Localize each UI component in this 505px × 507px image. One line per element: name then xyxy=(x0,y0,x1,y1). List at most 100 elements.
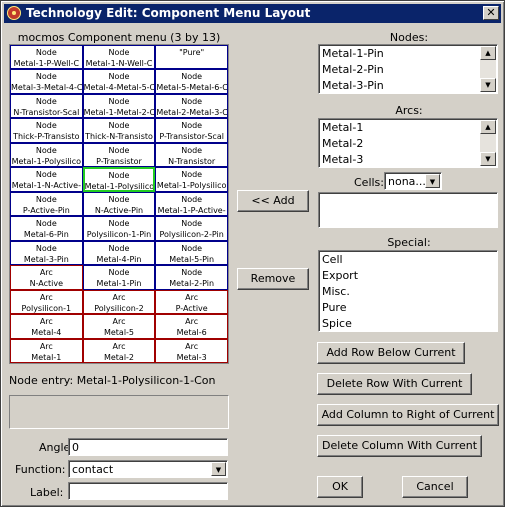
node-cell[interactable]: Node Metal-5-Metal-6-C xyxy=(155,69,228,94)
arc-cell[interactable]: Arc Metal-3 xyxy=(155,338,228,363)
arc-cell[interactable]: Arc P-Active xyxy=(155,289,228,315)
grid-title: mocmos Component menu (3 by 13) xyxy=(17,31,221,44)
node-cell[interactable]: Node Metal-3-Metal-4-C xyxy=(10,69,83,94)
label-input[interactable] xyxy=(68,482,228,500)
arc-cell[interactable]: Arc Polysilicon-2 xyxy=(82,289,156,315)
arc-cell[interactable]: Arc Metal-1 xyxy=(10,338,83,363)
node-cell[interactable]: Node N-Active-Pin xyxy=(82,191,156,217)
list-item[interactable]: Metal-3 xyxy=(322,152,363,168)
node-cell[interactable]: Node Metal-3-Pin xyxy=(10,240,83,266)
node-cell[interactable]: Node Metal-1-P-Active- xyxy=(155,191,228,217)
function-select[interactable]: contact ▼ xyxy=(68,460,228,478)
node-cell[interactable]: Node Metal-4-Pin xyxy=(82,240,156,266)
cell-name: Metal-3 xyxy=(176,352,207,362)
scroll-down-icon[interactable]: ▼ xyxy=(480,152,496,166)
node-cell[interactable]: Node N-Transistor-Scal xyxy=(10,93,83,119)
node-cell[interactable]: Node Metal-2-Pin xyxy=(155,265,228,290)
list-item[interactable]: Metal-1-Pin xyxy=(322,46,384,62)
node-cell[interactable]: Node P-Transistor-Scal xyxy=(155,118,228,143)
cell-name: Metal-5-Pin xyxy=(169,254,215,264)
cell-kind: Arc xyxy=(112,317,126,327)
cell-name: Metal-4-Metal-5-C xyxy=(83,83,156,93)
cell-kind: Arc xyxy=(185,341,199,351)
node-cell[interactable]: Node Polysilicon-2-Pin xyxy=(155,216,228,241)
angle-input[interactable]: 0 xyxy=(68,438,228,456)
arc-cell[interactable]: Arc Metal-4 xyxy=(10,314,83,339)
node-cell[interactable]: Node Metal-1-Polysilico xyxy=(82,167,156,192)
cell-kind: Arc xyxy=(39,292,53,302)
nodes-scrollbar[interactable]: ▲ ▼ xyxy=(480,46,496,92)
cell-name: Metal-5 xyxy=(103,328,135,338)
node-cell[interactable]: Node Thick-N-Transisto xyxy=(82,118,156,143)
ok-button[interactable]: OK xyxy=(317,476,363,498)
chevron-down-icon[interactable]: ▼ xyxy=(211,462,226,476)
list-item[interactable]: Metal-2 xyxy=(322,136,363,152)
cell-name: Metal-3-Metal-4-C xyxy=(11,83,83,93)
cell-kind: Node xyxy=(181,194,203,204)
cell-kind: Node xyxy=(108,72,130,82)
arc-cell[interactable]: Arc Metal-2 xyxy=(82,338,156,363)
cell-kind: Node xyxy=(35,243,57,253)
scroll-up-icon[interactable]: ▲ xyxy=(480,120,496,134)
chevron-down-icon[interactable]: ▼ xyxy=(425,174,440,188)
arc-cell[interactable]: Arc Polysilicon-1 xyxy=(10,289,83,315)
list-item[interactable]: Cell xyxy=(322,252,343,268)
cell-name: Polysilicon-1 xyxy=(21,303,72,313)
scroll-down-icon[interactable]: ▼ xyxy=(480,78,496,92)
app-icon xyxy=(7,6,21,20)
arcs-list[interactable]: Metal-1 Metal-2 Metal-3 ▲ ▼ xyxy=(318,118,498,168)
node-cell[interactable]: "Pure" xyxy=(155,45,228,70)
node-cell[interactable]: Node N-Transistor xyxy=(155,142,228,168)
node-cell[interactable]: Node Metal-5-Pin xyxy=(155,240,228,266)
cell-name: Polysilicon-2 xyxy=(94,303,144,313)
node-cell[interactable]: Node Metal-2-Metal-3-C xyxy=(155,93,228,119)
node-cell[interactable]: Node Metal-1-P-Well-C xyxy=(10,45,83,70)
node-cell[interactable]: Node Metal-1-Polysilico xyxy=(10,142,83,168)
list-item[interactable]: Misc. xyxy=(322,284,350,300)
node-cell[interactable]: Node P-Transistor xyxy=(82,142,156,168)
cells-select[interactable]: nona... ▼ xyxy=(384,172,442,190)
node-cell[interactable]: Node Thick-P-Transisto xyxy=(10,118,83,143)
add-row-button[interactable]: Add Row Below Current xyxy=(317,342,465,364)
cell-name: Metal-2-Pin xyxy=(169,279,215,289)
cell-name: Thick-P-Transisto xyxy=(13,132,80,142)
nodes-list[interactable]: Metal-1-Pin Metal-2-Pin Metal-3-Pin ▲ ▼ xyxy=(318,44,498,94)
scroll-up-icon[interactable]: ▲ xyxy=(480,46,496,60)
list-item[interactable]: Metal-2-Pin xyxy=(322,62,384,78)
list-item[interactable]: Export xyxy=(322,268,358,284)
cell-name: Metal-3-Pin xyxy=(23,254,69,264)
node-cell[interactable]: Node P-Active-Pin xyxy=(10,191,83,217)
cells-list[interactable] xyxy=(318,192,498,228)
function-value: contact xyxy=(72,463,114,476)
special-list[interactable]: Cell Export Misc. Pure Spice xyxy=(318,250,498,332)
close-button[interactable]: ✕ xyxy=(483,6,499,20)
node-cell[interactable]: Node Polysilicon-1-Pin xyxy=(82,216,156,241)
add-column-button[interactable]: Add Column to Right of Current xyxy=(317,404,499,426)
arc-cell[interactable]: Arc Metal-5 xyxy=(82,314,156,339)
arc-cell[interactable]: Arc N-Active xyxy=(10,265,83,290)
node-cell[interactable]: Node Metal-6-Pin xyxy=(10,216,83,241)
arc-cell[interactable]: Arc Metal-6 xyxy=(155,314,228,339)
node-cell[interactable]: Node Metal-1-Polysilico xyxy=(155,167,228,192)
delete-column-button[interactable]: Delete Column With Current xyxy=(317,435,482,457)
list-item[interactable]: Spice xyxy=(322,316,352,332)
cancel-button[interactable]: Cancel xyxy=(402,476,468,498)
add-button[interactable]: << Add xyxy=(237,190,309,212)
arcs-scrollbar[interactable]: ▲ ▼ xyxy=(480,120,496,166)
node-cell[interactable]: Node Metal-1-Metal-2-C xyxy=(82,93,156,119)
list-item[interactable]: Metal-1 xyxy=(322,120,363,136)
delete-row-button[interactable]: Delete Row With Current xyxy=(317,373,472,395)
cell-kind: Arc xyxy=(39,317,53,327)
cell-kind: Node xyxy=(108,268,130,278)
cell-name: Metal-1-Metal-2-C xyxy=(83,107,156,117)
cell-name: Metal-1-Polysilico xyxy=(156,181,227,191)
arcs-label: Arcs: xyxy=(395,104,423,117)
node-cell[interactable]: Node Metal-4-Metal-5-C xyxy=(82,69,156,94)
node-cell[interactable]: Node Metal-1-N-Well-C xyxy=(82,45,156,70)
remove-button[interactable]: Remove xyxy=(237,268,309,290)
list-item[interactable]: Metal-3-Pin xyxy=(322,78,384,94)
cell-name: Metal-1-Polysilico xyxy=(11,156,82,166)
node-cell[interactable]: Node Metal-1-Pin xyxy=(82,265,156,290)
list-item[interactable]: Pure xyxy=(322,300,346,316)
node-cell[interactable]: Node Metal-1-N-Active- xyxy=(10,167,83,192)
